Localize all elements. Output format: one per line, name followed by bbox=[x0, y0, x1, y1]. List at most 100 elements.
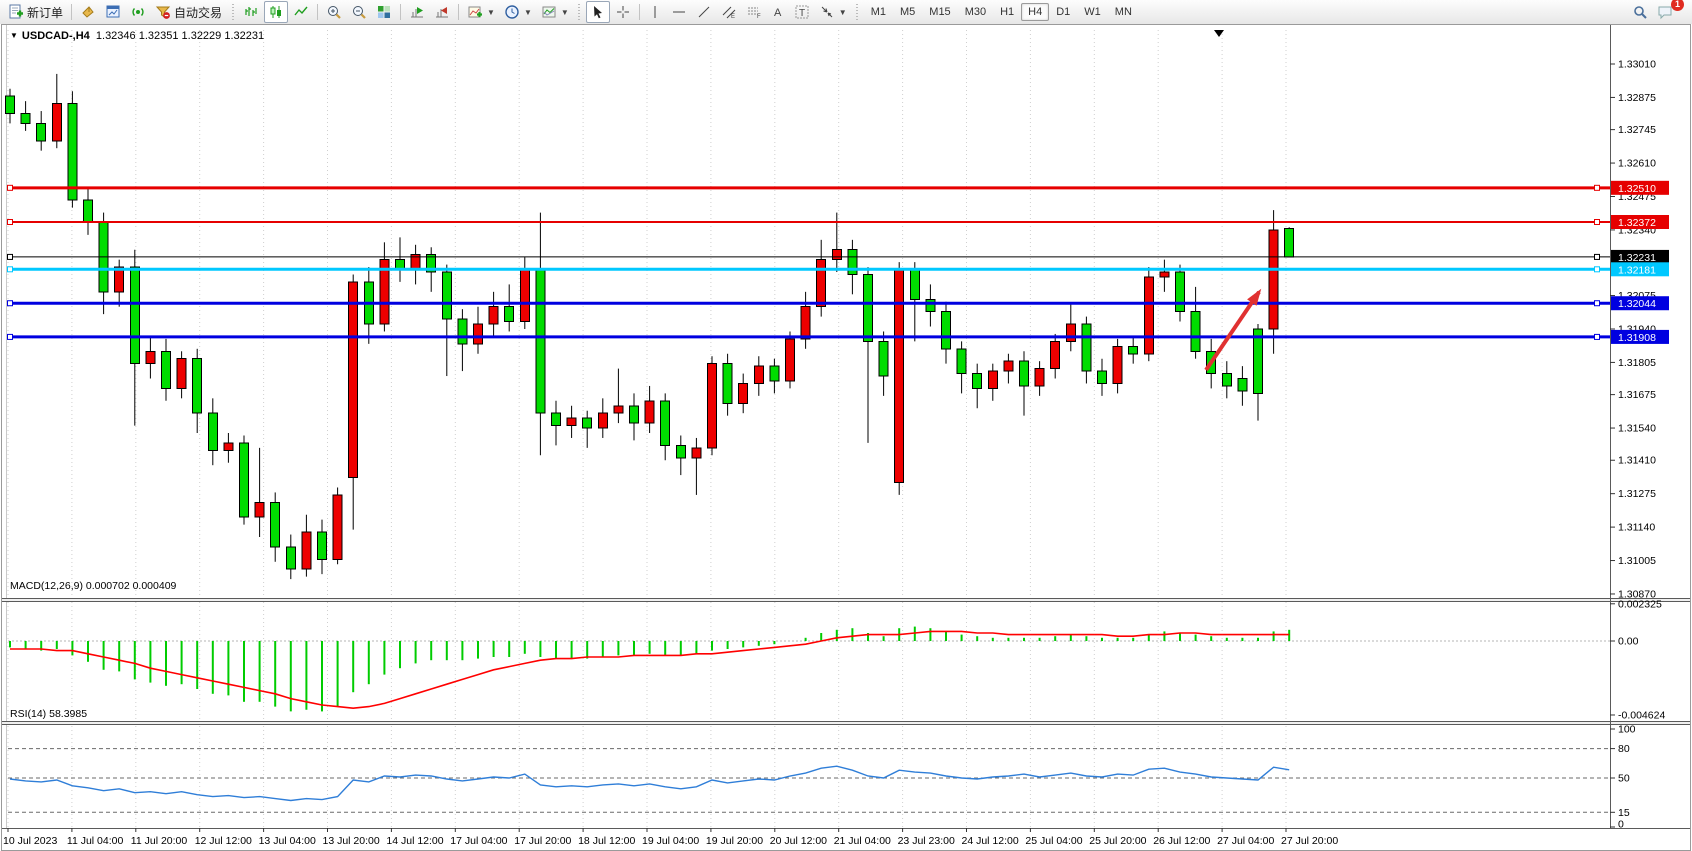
candle-chart-mode-button[interactable] bbox=[264, 1, 288, 23]
candle-bullish bbox=[692, 448, 701, 458]
candle-bullish bbox=[817, 260, 826, 307]
line-handle[interactable] bbox=[8, 185, 13, 190]
candle-bearish bbox=[505, 307, 514, 322]
candle-bullish bbox=[333, 495, 342, 559]
tile-windows-button[interactable] bbox=[372, 1, 396, 23]
cursor-tool-button[interactable] bbox=[586, 1, 610, 23]
line-handle[interactable] bbox=[8, 220, 13, 225]
periods-dropdown-icon[interactable]: ▼ bbox=[524, 8, 532, 17]
channel-tool-button[interactable]: E bbox=[717, 1, 741, 23]
timeframe-h1-button[interactable]: H1 bbox=[993, 3, 1021, 21]
templates-dropdown-icon[interactable]: ▼ bbox=[561, 8, 569, 17]
line-handle[interactable] bbox=[8, 334, 13, 339]
timeframe-m30-button[interactable]: M30 bbox=[958, 3, 993, 21]
candle-bullish bbox=[1004, 361, 1013, 371]
trendline-icon bbox=[696, 4, 712, 20]
candle-bullish bbox=[1035, 369, 1044, 386]
timeframe-h4-button[interactable]: H4 bbox=[1021, 3, 1049, 21]
auto-scroll-button[interactable] bbox=[405, 1, 429, 23]
rsi-tick-label: 50 bbox=[1618, 773, 1630, 785]
timeframe-w1-button[interactable]: W1 bbox=[1077, 3, 1108, 21]
line-handle[interactable] bbox=[1595, 254, 1600, 259]
candle-bearish bbox=[458, 319, 467, 344]
horizontal-line-tool-button[interactable] bbox=[667, 1, 691, 23]
chart-canvas[interactable]: 1.330101.328751.327451.326101.324751.323… bbox=[0, 24, 1692, 851]
indicators-dropdown-icon[interactable]: ▼ bbox=[487, 8, 495, 17]
crosshair-tool-button[interactable] bbox=[611, 1, 635, 23]
candle-bullish bbox=[255, 502, 264, 517]
timeframe-m5-button[interactable]: M5 bbox=[893, 3, 922, 21]
zoom-out-button[interactable] bbox=[347, 1, 371, 23]
timeframe-bar: M1M5M15M30H1H4D1W1MN bbox=[864, 3, 1139, 21]
vertical-line-tool-button[interactable] bbox=[644, 1, 666, 23]
line-handle[interactable] bbox=[8, 267, 13, 272]
trendline-tool-button[interactable] bbox=[692, 1, 716, 23]
zoom-in-button[interactable] bbox=[322, 1, 346, 23]
candle-bearish bbox=[552, 413, 561, 425]
candle-bearish bbox=[130, 267, 139, 364]
line-chart-icon bbox=[293, 4, 309, 20]
text-icon: A bbox=[771, 4, 785, 20]
new-order-button[interactable]: 新订单 bbox=[4, 1, 67, 23]
toolbar-separator bbox=[400, 4, 401, 20]
cursor-icon bbox=[590, 4, 606, 20]
bar-chart-mode-button[interactable] bbox=[239, 1, 263, 23]
toolbar-grip[interactable] bbox=[230, 4, 235, 20]
text-tool-button[interactable]: A bbox=[767, 1, 789, 23]
toolbar-separator bbox=[71, 4, 72, 20]
candle-bearish bbox=[661, 401, 670, 446]
price-tick-label: 1.31140 bbox=[1618, 522, 1655, 534]
zoom-out-icon bbox=[351, 4, 367, 20]
candle-bearish bbox=[162, 351, 171, 388]
chart-window-icon bbox=[105, 4, 121, 20]
line-handle[interactable] bbox=[1595, 220, 1600, 225]
toolbar-grip[interactable] bbox=[577, 4, 582, 20]
timeframe-m1-button[interactable]: M1 bbox=[864, 3, 893, 21]
line-chart-mode-button[interactable] bbox=[289, 1, 313, 23]
chart-shift-button[interactable] bbox=[430, 1, 454, 23]
templates-button[interactable]: ▼ bbox=[537, 1, 573, 23]
indicators-button[interactable]: ▼ bbox=[463, 1, 499, 23]
line-handle[interactable] bbox=[8, 301, 13, 306]
macd-tick-label: -0.004624 bbox=[1618, 709, 1665, 721]
candle-bearish bbox=[1285, 228, 1294, 256]
periods-button[interactable]: ▼ bbox=[500, 1, 536, 23]
arrows-tool-button[interactable]: ▼ bbox=[815, 1, 851, 23]
candle-bullish bbox=[801, 307, 810, 339]
search-button[interactable] bbox=[1628, 1, 1652, 23]
time-tick-label: 18 Jul 12:00 bbox=[578, 835, 635, 847]
candle-bullish bbox=[1269, 230, 1278, 329]
time-tick-label: 11 Jul 04:00 bbox=[67, 835, 124, 847]
line-handle[interactable] bbox=[8, 254, 13, 259]
timeframe-m15-button[interactable]: M15 bbox=[922, 3, 957, 21]
candle-bearish bbox=[723, 364, 732, 404]
line-handle[interactable] bbox=[1595, 185, 1600, 190]
rsi-tick-label: 100 bbox=[1618, 724, 1636, 736]
line-handle[interactable] bbox=[1595, 267, 1600, 272]
price-tick-label: 1.31540 bbox=[1618, 423, 1656, 435]
chart-window[interactable]: 1.330101.328751.327451.326101.324751.323… bbox=[0, 24, 1692, 851]
line-handle[interactable] bbox=[1595, 334, 1600, 339]
fibonacci-tool-button[interactable]: F bbox=[742, 1, 766, 23]
text-label-tool-button[interactable]: T bbox=[790, 1, 814, 23]
notifications-button[interactable]: 1 bbox=[1653, 1, 1678, 23]
svg-text:E: E bbox=[731, 14, 735, 20]
time-tick-label: 27 Jul 20:00 bbox=[1281, 835, 1338, 847]
chart-window-button[interactable] bbox=[101, 1, 125, 23]
timeframe-d1-button[interactable]: D1 bbox=[1049, 3, 1077, 21]
arrows-dropdown-icon[interactable]: ▼ bbox=[839, 8, 847, 17]
styler-button[interactable] bbox=[76, 1, 100, 23]
signals-button[interactable] bbox=[126, 1, 150, 23]
line-handle[interactable] bbox=[1595, 301, 1600, 306]
equidistant-channel-icon: E bbox=[721, 4, 737, 20]
toolbar-grip[interactable] bbox=[855, 4, 860, 20]
candle-bullish bbox=[52, 104, 61, 141]
candle-bullish bbox=[1051, 341, 1060, 368]
toolbar-separator bbox=[317, 4, 318, 20]
clock-icon bbox=[504, 4, 520, 20]
vertical-line-icon bbox=[648, 4, 662, 20]
timeframe-mn-button[interactable]: MN bbox=[1108, 3, 1139, 21]
candle-bullish bbox=[1113, 346, 1122, 383]
macd-tick-label: 0.00 bbox=[1618, 636, 1639, 648]
autotrading-button[interactable]: 自动交易 bbox=[151, 1, 226, 23]
